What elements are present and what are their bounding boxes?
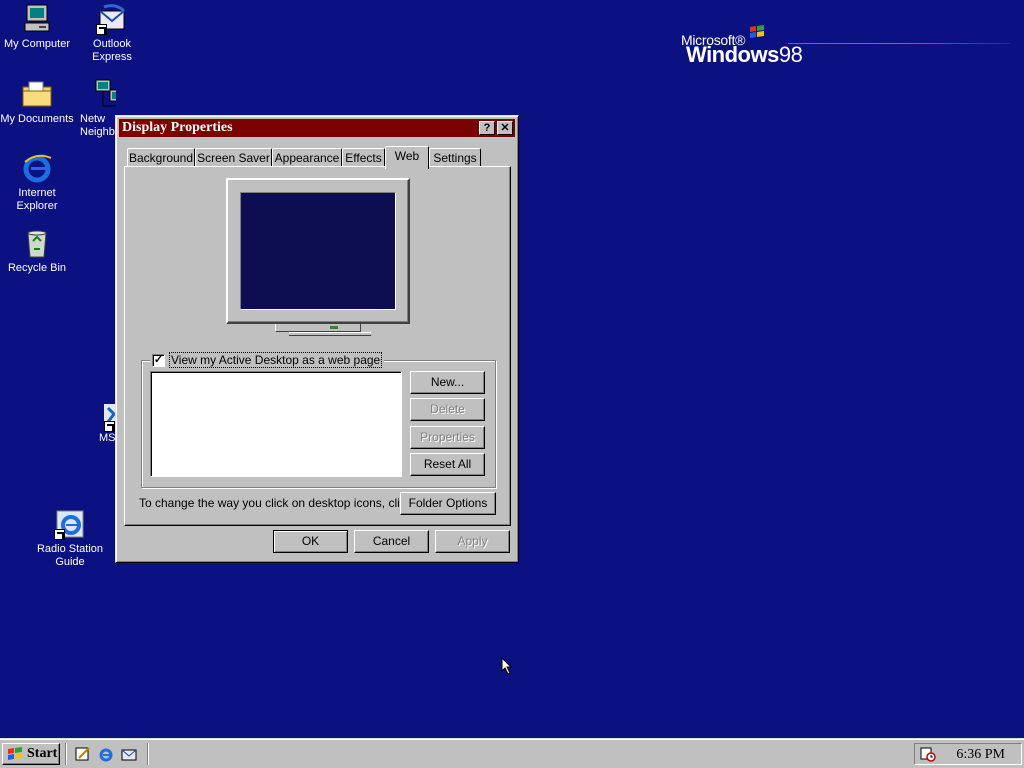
internet-explorer-icon[interactable] [98, 746, 114, 762]
computer-icon [21, 3, 53, 35]
msn-icon [96, 400, 116, 432]
desktop-icon-label: Outlook Express [92, 38, 132, 63]
windows-flag-icon [750, 25, 764, 38]
dialog-titlebar[interactable]: Display Properties ? ✕ [119, 119, 515, 137]
apply-button[interactable]: Apply [435, 530, 510, 553]
outlook-express-icon[interactable] [121, 746, 137, 762]
outlook-express-icon [96, 3, 128, 35]
desktop-icon-label: My Documents [0, 113, 74, 125]
desktop-icon-msn[interactable]: MS [96, 400, 116, 445]
desktop-icon-my-computer[interactable]: My Computer [0, 3, 77, 51]
delete-button[interactable]: Delete [410, 398, 485, 421]
taskbar-separator [65, 743, 67, 765]
monitor-power-led [330, 326, 338, 329]
cancel-button[interactable]: Cancel [354, 530, 429, 553]
mouse-cursor-icon [501, 657, 513, 675]
tab-settings[interactable]: Settings [429, 148, 481, 168]
internet-explorer-icon [21, 152, 53, 184]
desktop-icon-label: Recycle Bin [7, 262, 67, 274]
desktop-icon-radio-station-guide[interactable]: Radio Station Guide [30, 508, 110, 569]
tab-appearance[interactable]: Appearance [272, 148, 342, 168]
active-desktop-checkbox-row[interactable]: ✓ View my Active Desktop as a web page [150, 352, 385, 368]
desktop-icon-label: Radio Station Guide [36, 543, 104, 568]
system-tray: 6:36 PM [914, 743, 1022, 765]
display-properties-dialog: Display Properties ? ✕ Background Screen… [115, 115, 519, 563]
desktop-icon-label: My Computer [3, 38, 71, 50]
logo-windows-text: Windows98 [686, 42, 803, 67]
monitor-stand [275, 324, 361, 332]
active-desktop-group: ✓ View my Active Desktop as a web page N… [141, 352, 496, 488]
windows-98-logo: Microsoft® Windows98 [680, 24, 1010, 74]
reset-all-button[interactable]: Reset All [410, 453, 485, 476]
desktop-icon-label: MS [99, 432, 116, 444]
new-button[interactable]: New... [410, 371, 485, 394]
desktop-icon-outlook-express[interactable]: Outlook Express [72, 3, 152, 64]
desktop-icon-recycle-bin[interactable]: Recycle Bin [0, 227, 77, 275]
tab-background[interactable]: Background [127, 148, 195, 168]
start-button[interactable]: Start [2, 743, 60, 765]
monitor-preview [226, 178, 410, 324]
taskbar-clock[interactable]: 6:36 PM [956, 747, 1005, 763]
radio-station-guide-icon [54, 508, 86, 540]
taskbar-separator [147, 743, 149, 765]
desktop-icon-network-neighborhood[interactable]: Netw Neighb [72, 78, 116, 139]
web-tab-panel: ✓ View my Active Desktop as a web page N… [124, 166, 511, 526]
folder-options-button[interactable]: Folder Options [400, 492, 496, 515]
scheduled-tasks-icon[interactable] [920, 746, 936, 762]
desktop-icon-label: Netw Neighb [80, 113, 115, 138]
monitor-base [289, 332, 371, 336]
active-desktop-checkbox-label[interactable]: View my Active Desktop as a web page [169, 352, 383, 368]
desktop-icon-my-documents[interactable]: My Documents [0, 78, 77, 126]
folder-icon [21, 78, 53, 110]
recycle-bin-icon [21, 227, 53, 259]
desktop-edit-icon[interactable] [75, 746, 91, 762]
desktop: My Computer Outlook Express My Documents [0, 0, 1024, 738]
tab-effects[interactable]: Effects [342, 148, 385, 168]
close-button[interactable]: ✕ [497, 121, 513, 135]
network-neighborhood-icon [94, 78, 116, 110]
properties-button[interactable]: Properties [410, 426, 485, 449]
logo-underline [788, 43, 1010, 44]
ok-button[interactable]: OK [273, 530, 348, 553]
taskbar: Start 6:36 PM [0, 738, 1024, 768]
active-desktop-items-list[interactable] [150, 371, 402, 477]
shortcut-arrow-icon [54, 529, 65, 540]
shortcut-arrow-icon [104, 421, 115, 432]
folder-options-hint: To change the way you click on desktop i… [139, 496, 416, 510]
monitor-preview-screen [240, 192, 396, 310]
windows-flag-icon [8, 747, 22, 760]
shortcut-arrow-icon [96, 24, 107, 35]
help-button[interactable]: ? [479, 121, 495, 135]
desktop-icon-internet-explorer[interactable]: Internet Explorer [0, 152, 77, 213]
active-desktop-checkbox[interactable]: ✓ [152, 353, 165, 367]
dialog-title: Display Properties [122, 120, 233, 135]
start-label: Start [27, 746, 58, 761]
tab-screen-saver[interactable]: Screen Saver [195, 148, 272, 168]
tab-web[interactable]: Web [385, 146, 429, 169]
desktop-icon-label: Internet Explorer [16, 187, 58, 212]
